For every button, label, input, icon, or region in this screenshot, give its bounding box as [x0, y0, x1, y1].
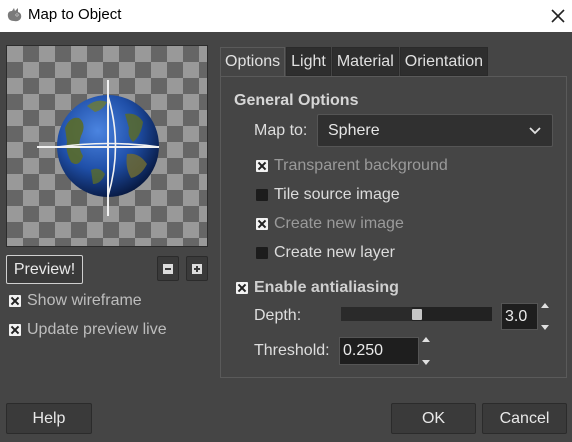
gimp-wilber-icon — [7, 8, 22, 22]
checkbox-box[interactable] — [256, 189, 268, 201]
depth-label: Depth: — [254, 307, 302, 324]
checkbox-label: Create new image — [274, 215, 404, 232]
preview-button[interactable]: Preview! — [6, 255, 83, 284]
checkbox-label: Transparent background — [274, 157, 448, 174]
checkbox-box[interactable] — [256, 247, 268, 259]
checkbox-box[interactable] — [9, 295, 21, 307]
chevron-down-icon — [529, 127, 541, 135]
checkbox-label: Enable antialiasing — [254, 279, 399, 296]
depth-slider-fill — [341, 307, 412, 321]
checkbox-box[interactable] — [256, 218, 268, 230]
globe-preview-image — [37, 80, 160, 216]
general-options-heading: General Options — [234, 92, 359, 109]
preview-canvas[interactable] — [6, 45, 208, 247]
zoom-in-button[interactable] — [186, 256, 208, 281]
decrement-icon[interactable] — [422, 360, 430, 365]
map-to-value: Sphere — [328, 121, 380, 139]
decrement-icon[interactable] — [541, 325, 549, 330]
map-to-label: Map to: — [254, 122, 308, 139]
depth-slider-handle[interactable] — [411, 309, 422, 320]
tab-material[interactable]: Material — [331, 47, 399, 76]
help-button[interactable]: Help — [6, 403, 92, 434]
checkbox-label: Update preview live — [27, 321, 167, 338]
cancel-button[interactable]: Cancel — [482, 403, 567, 434]
zoom-out-icon — [163, 263, 173, 274]
tile-source-image-checkbox[interactable]: Tile source image — [256, 186, 400, 204]
create-new-image-checkbox[interactable]: Create new image — [256, 215, 404, 233]
tab-orientation[interactable]: Orientation — [399, 47, 489, 76]
depth-spin-arrows[interactable] — [538, 303, 552, 330]
checkbox-label: Tile source image — [274, 186, 400, 203]
transparent-background-checkbox[interactable]: Transparent background — [256, 157, 448, 175]
zoom-in-icon — [192, 263, 202, 274]
threshold-label: Threshold: — [254, 342, 330, 359]
create-new-layer-checkbox[interactable]: Create new layer — [256, 244, 395, 262]
zoom-out-button[interactable] — [157, 256, 179, 281]
increment-icon[interactable] — [541, 303, 549, 308]
checkbox-box[interactable] — [9, 324, 21, 336]
tab-options[interactable]: Options — [220, 47, 286, 76]
checkbox-box[interactable] — [236, 282, 248, 294]
threshold-spin-arrows[interactable] — [419, 337, 433, 365]
close-icon[interactable] — [545, 3, 571, 29]
window-title: Map to Object — [28, 6, 122, 23]
increment-icon[interactable] — [422, 337, 430, 342]
enable-antialiasing-checkbox[interactable]: Enable antialiasing — [236, 279, 399, 297]
update-preview-live-checkbox[interactable]: Update preview live — [9, 321, 167, 339]
checkbox-label: Create new layer — [274, 244, 395, 261]
tab-bar: Options Light Material Orientation — [220, 47, 489, 76]
ok-button[interactable]: OK — [391, 403, 476, 434]
title-bar: Map to Object — [0, 0, 572, 32]
threshold-spinbox[interactable]: 0.250 — [339, 337, 419, 365]
checkbox-label: Show wireframe — [27, 292, 142, 309]
show-wireframe-checkbox[interactable]: Show wireframe — [9, 292, 142, 310]
checkbox-box[interactable] — [256, 160, 268, 172]
map-to-select[interactable]: Sphere — [317, 114, 553, 147]
depth-spinbox[interactable]: 3.0 — [501, 303, 538, 330]
tab-light[interactable]: Light — [286, 47, 331, 76]
